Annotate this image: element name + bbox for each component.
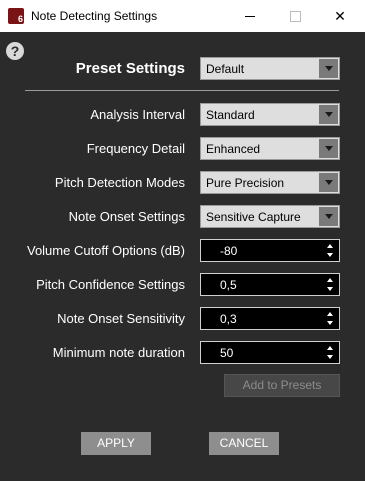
spin-down-icon[interactable] <box>327 321 333 325</box>
spin-down-icon[interactable] <box>327 253 333 257</box>
dropdown-arrow-icon <box>319 105 338 124</box>
title-bar: 6 Note Detecting Settings ✕ <box>0 0 365 32</box>
spin-up-icon[interactable] <box>327 244 333 248</box>
minimize-button[interactable] <box>228 0 272 32</box>
minimum-note-duration-spinbox[interactable]: 50 <box>200 341 340 364</box>
window-title: Note Detecting Settings <box>31 9 158 23</box>
spin-up-icon[interactable] <box>327 312 333 316</box>
add-to-presets-button[interactable]: Add to Presets <box>224 374 340 397</box>
pitch-confidence-value: 0,5 <box>220 278 237 292</box>
divider <box>25 90 339 91</box>
close-icon: ✕ <box>334 7 346 24</box>
volume-cutoff-label: Volume Cutoff Options (dB) <box>26 243 185 258</box>
maximize-icon <box>289 10 301 22</box>
spin-up-icon[interactable] <box>327 346 333 350</box>
analysis-interval-label: Analysis Interval <box>90 107 185 122</box>
dropdown-arrow-icon <box>319 207 338 226</box>
note-onset-settings-value: Sensitive Capture <box>206 210 301 224</box>
pitch-confidence-spinbox[interactable]: 0,5 <box>200 273 340 296</box>
pitch-detection-modes-select[interactable]: Pure Precision <box>200 171 340 194</box>
spin-down-icon[interactable] <box>327 355 333 359</box>
dropdown-arrow-icon <box>319 139 338 158</box>
minimum-note-duration-label: Minimum note duration <box>52 345 185 360</box>
dropdown-arrow-icon <box>319 59 338 78</box>
volume-cutoff-value: -80 <box>220 244 238 258</box>
apply-button[interactable]: APPLY <box>81 432 151 455</box>
cancel-button[interactable]: CANCEL <box>209 432 279 455</box>
frequency-detail-value: Enhanced <box>206 142 261 156</box>
spin-down-icon[interactable] <box>327 287 333 291</box>
note-onset-settings-label: Note Onset Settings <box>68 209 185 224</box>
dropdown-arrow-icon <box>319 173 338 192</box>
maximize-button <box>273 0 317 32</box>
pitch-detection-modes-label: Pitch Detection Modes <box>54 175 185 190</box>
note-onset-settings-select[interactable]: Sensitive Capture <box>200 205 340 228</box>
frequency-detail-label: Frequency Detail <box>86 141 185 156</box>
note-onset-sensitivity-spinbox[interactable]: 0,3 <box>200 307 340 330</box>
analysis-interval-select[interactable]: Standard <box>200 103 340 126</box>
minimize-icon <box>245 15 255 17</box>
app-icon-glyph: 6 <box>17 14 23 24</box>
pitch-detection-modes-value: Pure Precision <box>206 176 285 190</box>
note-onset-sensitivity-value: 0,3 <box>220 312 237 326</box>
preset-select[interactable]: Default <box>200 57 340 80</box>
minimum-note-duration-value: 50 <box>220 346 234 360</box>
help-icon[interactable]: ? <box>6 42 24 60</box>
close-button[interactable]: ✕ <box>318 0 362 32</box>
spin-up-icon[interactable] <box>327 278 333 282</box>
analysis-interval-value: Standard <box>206 108 255 122</box>
pitch-confidence-label: Pitch Confidence Settings <box>36 277 185 292</box>
preset-settings-label: Preset Settings <box>75 60 185 77</box>
note-onset-sensitivity-label: Note Onset Sensitivity <box>57 311 185 326</box>
app-icon: 6 <box>8 8 24 24</box>
frequency-detail-select[interactable]: Enhanced <box>200 137 340 160</box>
volume-cutoff-spinbox[interactable]: -80 <box>200 239 340 262</box>
preset-select-value: Default <box>206 62 245 76</box>
